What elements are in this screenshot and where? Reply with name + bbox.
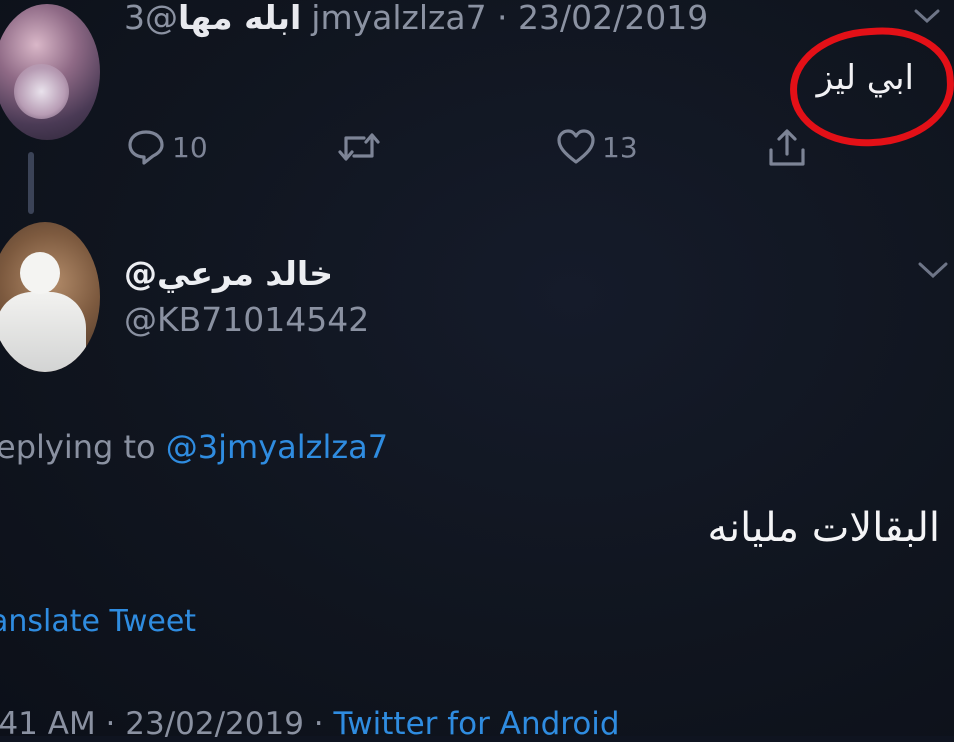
replying-to-mention-link[interactable]: @3jmyalzlza7 <box>166 428 388 466</box>
reply-handle[interactable]: @KB71014542 <box>124 300 369 339</box>
reply-count: 10 <box>172 130 208 164</box>
retweet-icon <box>336 128 382 166</box>
reply-icon <box>126 128 166 166</box>
parent-tweet-actions: 10 13 <box>126 128 826 172</box>
share-button[interactable] <box>766 128 808 168</box>
reply-button[interactable]: 10 <box>126 128 208 166</box>
avatar-photo-head <box>20 252 60 294</box>
retweet-button[interactable] <box>336 128 382 166</box>
replying-to-label: eplying to <box>0 428 156 466</box>
tweet-meta-line: :41 AM · 23/02/2019 · Twitter for Androi… <box>0 706 620 742</box>
chevron-down-icon[interactable] <box>918 262 948 282</box>
tweet-source-link[interactable]: Twitter for Android <box>334 706 620 742</box>
parent-display-name[interactable]: ابله مها <box>178 0 301 37</box>
chevron-down-icon[interactable] <box>914 4 940 29</box>
like-icon <box>556 128 596 166</box>
parent-tweet-header: ابله مها@3jmyalzlza7 · 23/02/2019 <box>124 0 708 37</box>
avatar-photo-detail <box>14 64 69 119</box>
like-count: 13 <box>602 130 638 164</box>
tweet-thread-screen: ابله مها@3jmyalzlza7 · 23/02/2019 ابي لي… <box>0 0 954 742</box>
share-icon <box>766 128 808 168</box>
avatar-parent-tweet[interactable] <box>0 4 100 140</box>
reply-tweet-text: البقالات مليانه <box>707 505 940 551</box>
translate-tweet-link[interactable]: anslate Tweet <box>0 604 196 639</box>
reply-display-name[interactable]: @خالد مرعي <box>124 254 333 293</box>
avatar-photo-body <box>0 292 86 372</box>
replying-to-line: eplying to @3jmyalzlza7 <box>0 428 388 466</box>
tweet-time-date: :41 AM · 23/02/2019 · <box>0 706 334 742</box>
thread-connector-line <box>28 152 34 214</box>
like-button[interactable]: 13 <box>556 128 638 166</box>
avatar-reply-tweet[interactable] <box>0 222 100 372</box>
